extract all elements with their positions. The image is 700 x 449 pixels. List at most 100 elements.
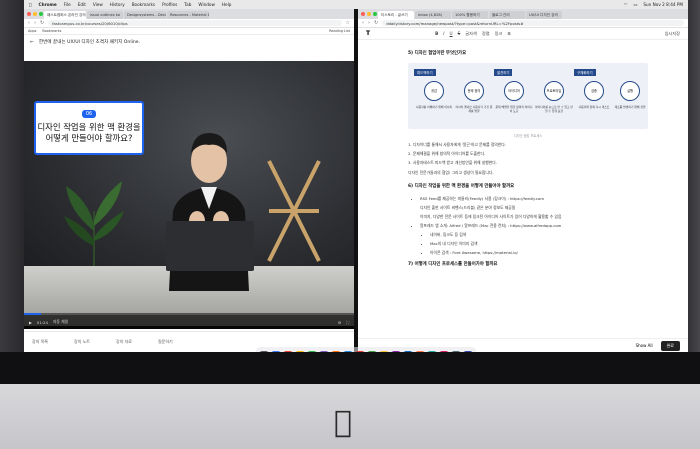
laptop (166, 221, 254, 271)
underline-button[interactable]: U (450, 31, 453, 36)
show-all-button[interactable]: Show All (636, 343, 653, 348)
link-button[interactable]: 링크 (495, 31, 503, 37)
section6-title: 6) 디자인 작업을 위한 맥 환경을 어떻게 만들어야 할까요 (408, 184, 515, 189)
section7-title: 7) 어떻게 디자인 프로세스를 만들어가야 할까요 (408, 262, 498, 267)
para-line-1: 1. 디자이너를 통해서 사용자에게 '알곤'하고 문제를 정의한다. (408, 142, 506, 147)
menu-help[interactable]: Help (222, 2, 232, 7)
publish-button[interactable]: 완료 (660, 340, 680, 351)
forward-icon[interactable]: › (368, 20, 370, 26)
lesson-number-badge: 06 (81, 110, 97, 118)
video-time: 01:24 (36, 319, 48, 325)
text-color-button[interactable]: 글자색 (465, 31, 477, 37)
para-after: 디자인 전문가들과의 협업! 그리고 생성이 필요합니다. (408, 170, 494, 175)
settings-icon[interactable]: ⚙ (338, 320, 341, 325)
overlay-title-line1: 디자인 작업을 위한 맥 환경을 (37, 122, 141, 132)
menu-profiles[interactable]: Profiles (162, 2, 177, 7)
video-player[interactable]: 06 디자인 작업을 위한 맥 환경을 어떻게 만들어야 할까요? ▶ 01:2… (24, 61, 354, 329)
post-body[interactable]: 5) 디자인 협업이란 무엇인가요 피드백하기 발견하기 구체화하기 공감 문제… (408, 51, 648, 274)
url-input[interactable]: fastcampus.co.kr/courses/20/6010/clips (48, 20, 342, 26)
bullet-5: 네이버, 링크도 등 검색 (430, 232, 648, 238)
menubar-app[interactable]: Chrome (39, 2, 57, 7)
tab-tistory-write[interactable]: 티스토리 - 글쓰기 (378, 11, 414, 19)
close-window-button[interactable] (361, 12, 365, 16)
overlay-title-line2: 어떻게 만들어야 할까요? (45, 133, 133, 143)
bookmark-apps[interactable]: Apps (28, 29, 36, 33)
table-button[interactable]: 표 (507, 31, 511, 37)
lesson-overlay-card: 06 디자인 작업을 위한 맥 환경을 어떻게 만들어야 할까요? (34, 101, 144, 155)
tab-lesson-list[interactable]: 강의 목록 (32, 339, 48, 345)
bullet-1: RSS Feed를 제공하는 피들리(Feedly) 사용 (링크이) : ht… (420, 196, 648, 202)
fullscreen-icon[interactable]: ⛶ (346, 320, 349, 325)
step-circle-6: 실행 (620, 81, 640, 101)
forward-icon[interactable]: › (34, 20, 36, 26)
para-line-3: 3. 사용자테스트 피드백 받고 개선방안을 위해 실행한다. (408, 160, 497, 165)
zoom-window-button[interactable] (39, 12, 43, 16)
tab-lesson-files[interactable]: 강의 자료 (116, 339, 132, 345)
tab-material[interactable]: Resources - Material Design (167, 11, 209, 19)
minimize-window-button[interactable] (33, 12, 37, 16)
step-circle-2: 문제 정의 (464, 81, 484, 101)
bookmark-folder[interactable]: Bookmarks (42, 29, 61, 33)
play-icon[interactable]: ▶ (29, 320, 32, 325)
strike-button[interactable]: S (458, 31, 461, 36)
para-line-2: 2. 문제해결을 위해 창의적 아이디어를 도출한다. (408, 151, 486, 156)
reload-icon[interactable]: ↻ (40, 20, 44, 26)
tab-uxui[interactable]: UX/UI 디자인 강의 (526, 11, 562, 19)
back-icon[interactable]: ‹ (362, 20, 364, 26)
bookmark-reading-list[interactable]: Reading List (329, 29, 350, 33)
window-controls (27, 12, 43, 16)
back-icon[interactable]: ‹ (28, 20, 30, 26)
tab-course[interactable]: 패스트캠퍼스 온라인 강의 (44, 11, 86, 19)
menu-window[interactable]: Window (198, 2, 215, 7)
mac-menubar:  Chrome File Edit View History Bookmark… (24, 0, 688, 9)
close-window-button[interactable] (27, 12, 31, 16)
window-controls-right (361, 12, 377, 16)
stage-label-1: 피드백하기 (414, 69, 436, 76)
editor-toolbar: T B I U S 글자색 정렬 링크 표 임시저장 (358, 28, 688, 40)
tab-blog-manage[interactable]: 블로그 관리 (489, 11, 525, 19)
menu-history[interactable]: History (110, 2, 125, 7)
menubar-clock[interactable]: Sun Nov 2 8:44 PM (643, 2, 683, 7)
monitor-bezel (0, 352, 700, 384)
address-bar-row-right: ‹ › ↻ ddaily.tistory.com/manage/newpost/… (358, 19, 688, 28)
step-circle-1: 공감 (424, 81, 444, 101)
left-browser-window: 패스트캠퍼스 온라인 강의 issue outlines ko Designsy… (24, 9, 354, 352)
align-button[interactable]: 정렬 (482, 31, 490, 37)
bullet-2: 디자인 출판 사이트 비핸스(드리블) 같은 분야 정보도 제공됨 (420, 205, 516, 210)
section6-bullets: RSS Feed를 제공하는 피들리(Feedly) 사용 (링크이) : ht… (408, 196, 648, 256)
tab-questions[interactable]: 질문하기 (158, 339, 173, 345)
tab-lesson-notes[interactable]: 강의 노트 (74, 339, 90, 345)
bullet-3: 이미지, 다양한 전문 사이트 등에 링크된 아이디어 사이트가 있어 다양하게… (420, 214, 562, 219)
section5-title: 5) 디자인 협업이란 무엇인가요 (408, 51, 467, 56)
course-header: ← 한번에 끝내는 UX/UI 디자인 초격차 패키지 Online. (24, 35, 354, 49)
battery-icon[interactable]: ▭ (633, 2, 637, 7)
tistory-logo[interactable]: T (366, 30, 370, 37)
url-input[interactable]: ddaily.tistory.com/manage/newpost/?type=… (382, 20, 684, 26)
reload-icon[interactable]: ↻ (374, 20, 378, 26)
italic-button[interactable]: I (443, 31, 444, 36)
shelf-decoration (267, 160, 321, 262)
tab-strip-right: 티스토리 - 글쓰기 Inbox (4,828) 100% 활용하기 블로그 관… (358, 9, 688, 19)
back-arrow-icon[interactable]: ← (30, 40, 34, 45)
menu-edit[interactable]: Edit (78, 2, 86, 7)
menu-file[interactable]: File (64, 2, 71, 7)
star-icon[interactable]: ☆ (346, 20, 350, 26)
step-circle-5: 검증 (584, 81, 604, 101)
menu-tab[interactable]: Tab (184, 2, 191, 7)
autoplay-toggle[interactable]: 자동 재생 (53, 319, 68, 325)
temp-save-button[interactable]: 임시저장 (665, 31, 680, 37)
wifi-icon[interactable]: ◠ (624, 2, 628, 7)
bold-button[interactable]: B (435, 31, 438, 36)
tab-usage[interactable]: 100% 활용하기 (452, 11, 488, 19)
menu-view[interactable]: View (93, 2, 103, 7)
screen:  Chrome File Edit View History Bookmark… (24, 0, 688, 352)
tab-issue[interactable]: issue outlines ko (87, 11, 123, 19)
minimize-window-button[interactable] (367, 12, 371, 16)
menu-bookmarks[interactable]: Bookmarks (132, 2, 155, 7)
tab-inbox[interactable]: Inbox (4,828) (415, 11, 451, 19)
tab-designsystems[interactable]: Designsystems - Design (124, 11, 166, 19)
step-caption-6: 제조품 발생하기 위해 실행 (614, 105, 646, 109)
stage-label-2: 발견하기 (494, 69, 513, 76)
apple-menu-icon[interactable]:  (29, 2, 32, 7)
zoom-window-button[interactable] (373, 12, 377, 16)
